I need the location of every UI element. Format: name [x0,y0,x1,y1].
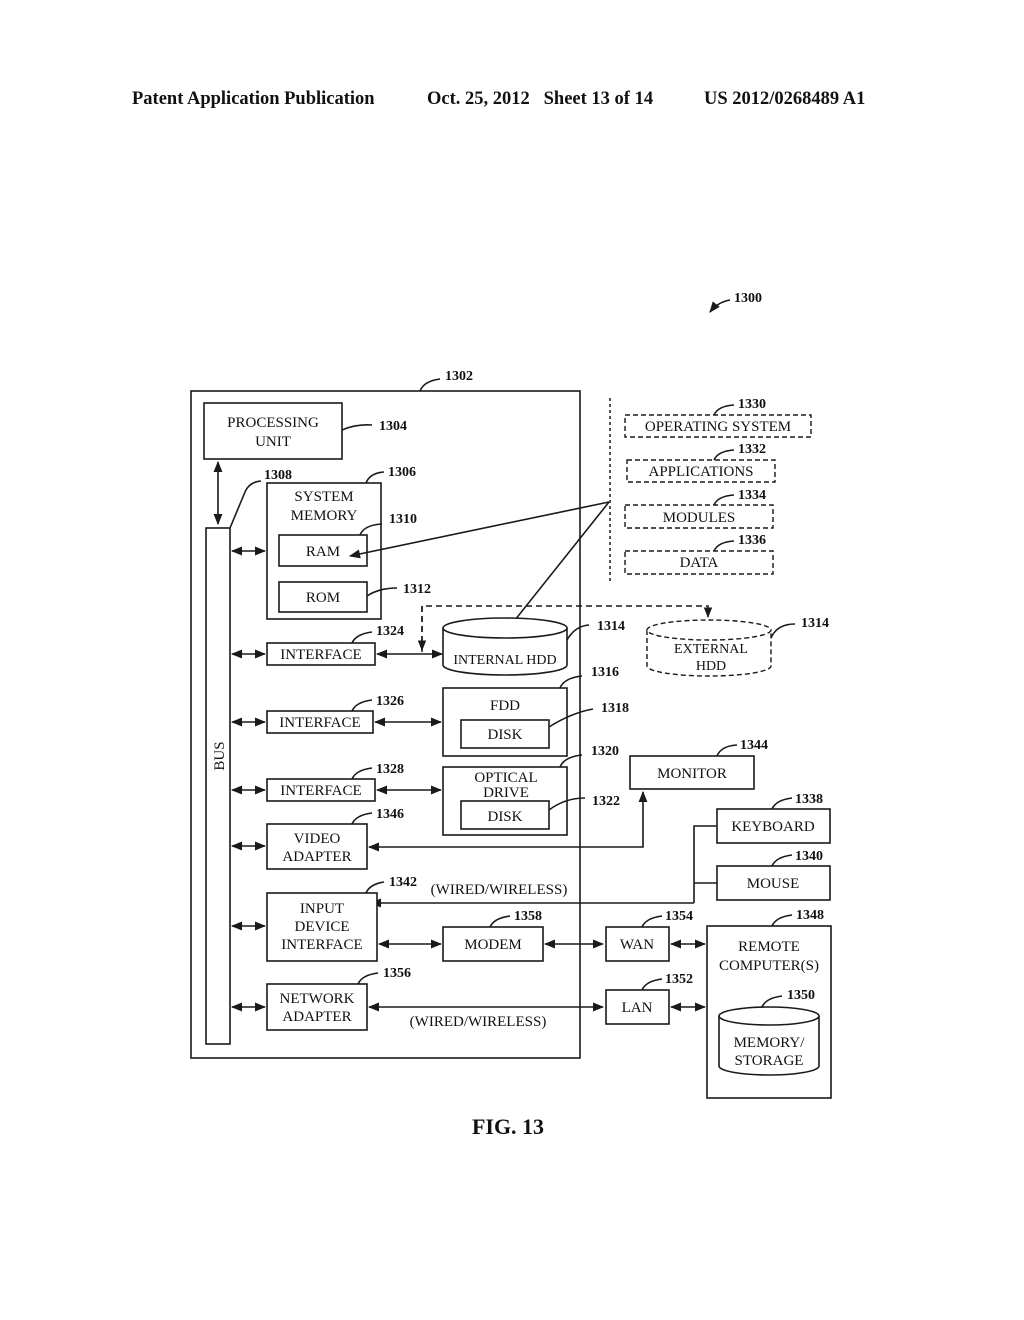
svg-text:WAN: WAN [620,937,654,953]
svg-text:1344: 1344 [740,738,768,753]
svg-text:1340: 1340 [795,849,823,864]
wan[interactable]: WAN 1354 [605,909,693,962]
svg-text:1336: 1336 [738,533,766,548]
svg-text:1320: 1320 [591,744,619,759]
svg-text:MEMORY: MEMORY [291,508,358,524]
svg-text:1312: 1312 [403,582,431,597]
svg-text:INTERFACE: INTERFACE [280,647,361,663]
svg-text:DATA: DATA [680,555,719,571]
svg-text:BUS: BUS [212,741,228,770]
svg-text:1310: 1310 [389,512,417,527]
svg-text:RAM: RAM [306,544,340,560]
svg-text:ADAPTER: ADAPTER [282,849,351,865]
svg-text:COMPUTER(S): COMPUTER(S) [719,958,819,974]
svg-text:1350: 1350 [787,988,815,1003]
svg-text:MODEM: MODEM [464,937,522,953]
svg-text:VIDEO: VIDEO [294,831,341,847]
svg-text:DEVICE: DEVICE [295,919,350,935]
svg-text:INTERFACE: INTERFACE [280,783,361,799]
svg-text:ROM: ROM [306,590,340,606]
svg-text:1324: 1324 [376,624,404,639]
modules[interactable]: MODULES 1334 [624,488,774,529]
svg-text:INTERNAL HDD: INTERNAL HDD [453,653,556,668]
svg-text:1314: 1314 [597,619,625,634]
svg-text:FDD: FDD [490,698,520,714]
svg-text:1316: 1316 [591,665,619,680]
svg-text:1334: 1334 [738,488,766,503]
svg-text:1304: 1304 [379,419,407,434]
svg-text:DRIVE: DRIVE [483,785,529,801]
svg-text:PROCESSING: PROCESSING [227,415,319,431]
svg-text:DISK: DISK [487,727,522,743]
svg-text:INPUT: INPUT [300,901,344,917]
svg-text:KEYBOARD: KEYBOARD [731,819,815,835]
svg-text:1326: 1326 [376,694,404,709]
monitor[interactable]: MONITOR 1344 [629,738,768,790]
svg-text:1318: 1318 [601,701,629,716]
svg-text:1354: 1354 [665,909,693,924]
svg-text:APPLICATIONS: APPLICATIONS [648,464,753,480]
svg-text:MONITOR: MONITOR [657,766,727,782]
svg-text:1346: 1346 [376,807,404,822]
svg-text:1300: 1300 [734,291,762,306]
svg-text:INTERFACE: INTERFACE [279,715,360,731]
svg-text:1314: 1314 [801,616,829,631]
svg-text:1356: 1356 [383,966,411,981]
svg-text:REMOTE: REMOTE [738,939,800,955]
applications[interactable]: APPLICATIONS 1332 [626,442,776,483]
external-hdd[interactable]: EXTERNAL HDD 1314 [646,616,829,677]
svg-text:1352: 1352 [665,972,693,987]
svg-text:1322: 1322 [592,794,620,809]
svg-text:1308: 1308 [264,468,292,483]
svg-text:OPERATING SYSTEM: OPERATING SYSTEM [645,419,791,435]
svg-text:MODULES: MODULES [663,510,736,526]
svg-text:1302: 1302 [445,369,473,384]
svg-text:ADAPTER: ADAPTER [282,1009,351,1025]
wired-wireless-input-label: (WIRED/WIRELESS) [431,882,568,898]
keyboard[interactable]: KEYBOARD 1338 [716,792,831,844]
svg-text:1306: 1306 [388,465,416,480]
block-diagram: 1300 1302 PROCESSING UNIT 1304 BUS 1308 … [190,291,832,1139]
wired-wireless-network-label: (WIRED/WIRELESS) [410,1014,547,1030]
svg-text:INTERFACE: INTERFACE [281,937,362,953]
svg-text:1330: 1330 [738,397,766,412]
svg-text:1338: 1338 [795,792,823,807]
svg-text:MEMORY/: MEMORY/ [734,1035,806,1051]
svg-text:SYSTEM: SYSTEM [294,489,353,505]
system-ref-1300: 1300 [709,291,762,313]
svg-text:1342: 1342 [389,875,417,890]
data[interactable]: DATA 1336 [624,533,774,575]
svg-text:STORAGE: STORAGE [735,1053,804,1069]
svg-text:1328: 1328 [376,762,404,777]
svg-text:UNIT: UNIT [255,434,291,450]
lan[interactable]: LAN 1352 [605,972,693,1025]
svg-text:1332: 1332 [738,442,766,457]
mouse[interactable]: MOUSE 1340 [716,849,831,901]
svg-text:EXTERNAL: EXTERNAL [674,642,748,657]
figure-caption: FIG. 13 [472,1114,544,1139]
svg-text:LAN: LAN [622,1000,653,1016]
svg-text:HDD: HDD [696,659,726,674]
svg-text:1348: 1348 [796,908,824,923]
svg-text:DISK: DISK [487,809,522,825]
svg-text:1358: 1358 [514,909,542,924]
svg-text:OPTICAL: OPTICAL [474,770,537,786]
svg-text:NETWORK: NETWORK [280,991,355,1007]
operating-system[interactable]: OPERATING SYSTEM 1330 [624,397,812,438]
svg-text:MOUSE: MOUSE [747,876,800,892]
